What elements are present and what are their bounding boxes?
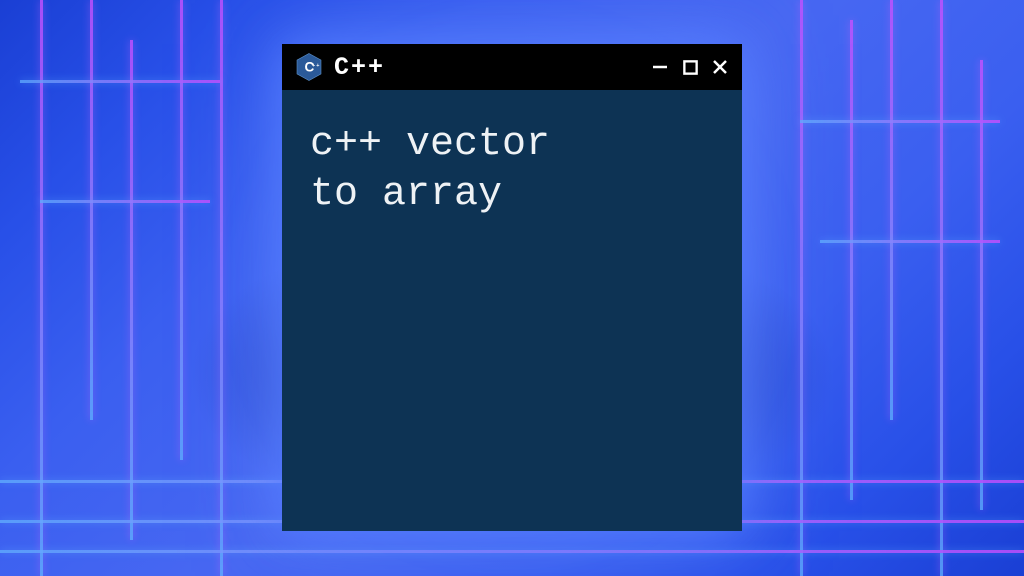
- minimize-button[interactable]: [650, 57, 670, 77]
- content-text: c++ vector to array: [310, 120, 714, 220]
- window-body: c++ vector to array: [282, 90, 742, 531]
- maximize-button[interactable]: [680, 57, 700, 77]
- svg-text:+: +: [316, 63, 319, 69]
- window-title: C++: [334, 53, 640, 82]
- cpp-logo-icon: C + +: [294, 52, 324, 82]
- titlebar[interactable]: C + + C++: [282, 44, 742, 90]
- window-controls: [650, 57, 730, 77]
- svg-text:+: +: [312, 63, 315, 69]
- terminal-window: C + + C++ c++ vector to array: [282, 44, 742, 531]
- close-button[interactable]: [710, 57, 730, 77]
